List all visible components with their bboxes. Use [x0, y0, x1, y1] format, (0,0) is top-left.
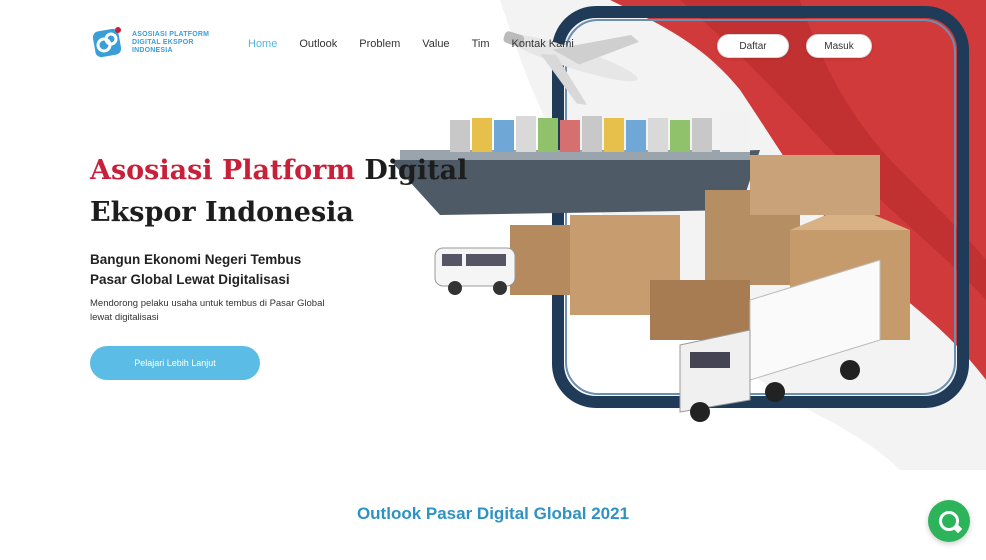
nav-value[interactable]: Value — [422, 38, 449, 50]
main-nav: Home Outlook Problem Value Tim Kontak Ka… — [248, 38, 596, 50]
hero-title-rest: Digital — [364, 155, 468, 186]
hero-title-highlight: Asosiasi Platform — [90, 155, 355, 186]
learn-more-button[interactable]: Pelajari Lebih Lanjut — [90, 346, 260, 380]
hero-title: Asosiasi Platform Digital Ekspor Indones… — [90, 150, 467, 234]
nav-outlook[interactable]: Outlook — [299, 38, 337, 50]
nav-tim[interactable]: Tim — [472, 38, 490, 50]
daftar-button[interactable]: Daftar — [717, 34, 789, 58]
logo-line-1: ASOSIASI PLATFORM — [132, 31, 210, 38]
chat-bubble-icon — [939, 511, 959, 531]
hero-subtitle: Bangun Ekonomi Negeri Tembus Pasar Globa… — [90, 252, 302, 287]
logo-text: ASOSIASI PLATFORM DIGITAL EKSPOR INDONES… — [132, 31, 209, 55]
masuk-button[interactable]: Masuk — [806, 34, 872, 58]
outlook-section-title: Outlook Pasar Digital Global 2021 — [356, 504, 630, 523]
nav-problem[interactable]: Problem — [359, 38, 400, 50]
nav-kontak-kami[interactable]: Kontak Kami — [511, 38, 573, 50]
logo-line-3: INDONESIA — [132, 47, 173, 54]
site-logo[interactable]: ASOSIASI PLATFORM DIGITAL EKSPOR INDONES… — [92, 26, 209, 60]
logo-icon — [92, 27, 122, 58]
logo-line-2: DIGITAL EKSPOR — [132, 39, 194, 46]
nav-home[interactable]: Home — [248, 38, 277, 50]
hero-description: Mendorong pelaku usaha untuk tembus di P… — [90, 298, 325, 323]
hero-illustration — [380, 0, 986, 470]
hero-title-line2: Ekspor Indonesia — [90, 197, 354, 228]
chat-widget-button[interactable] — [928, 500, 970, 542]
